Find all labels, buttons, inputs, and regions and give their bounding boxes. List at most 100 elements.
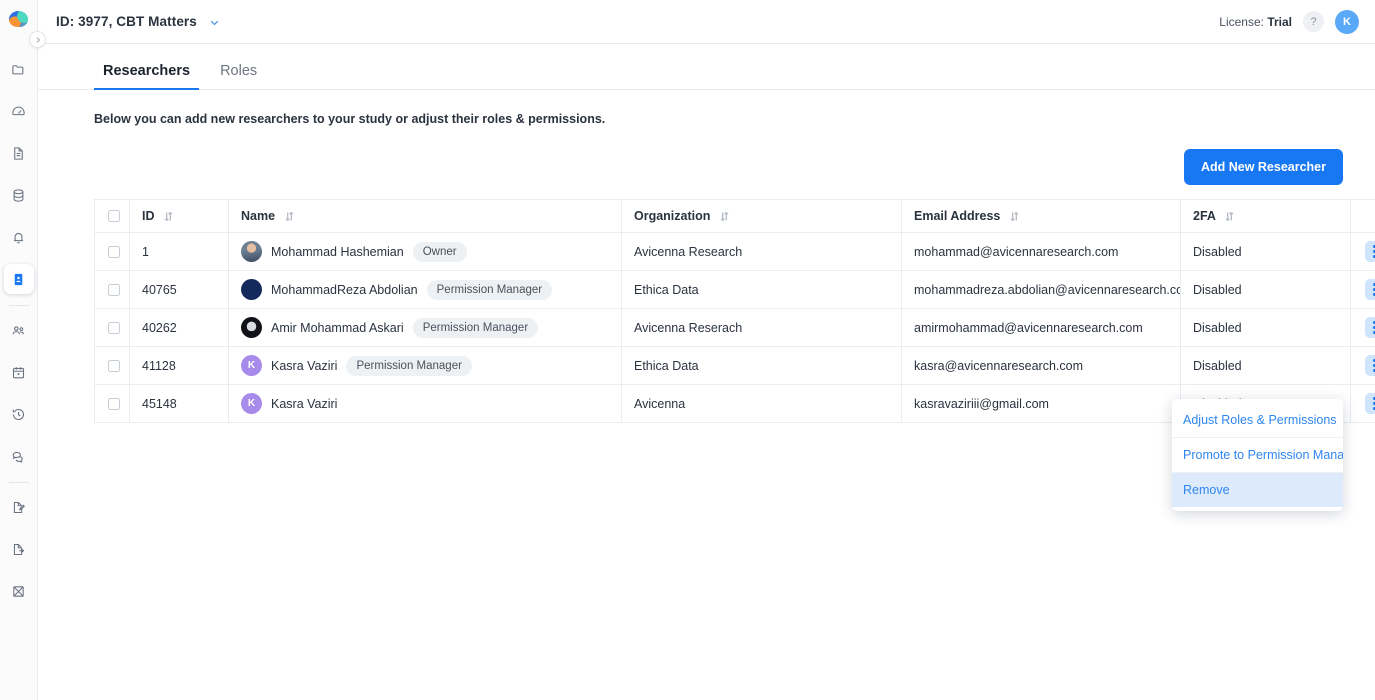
document-export-icon: [11, 542, 26, 557]
study-selector[interactable]: ID: 3977, CBT Matters: [56, 14, 221, 29]
avatar: [241, 317, 262, 338]
column-header-email-label: Email Address: [914, 209, 1001, 223]
researchers-table-wrapper: ID Name Organization Email Address 2FA 1…: [94, 199, 1375, 423]
select-all-header: [94, 199, 130, 233]
cell-actions: [1350, 270, 1375, 309]
tab-roles[interactable]: Roles: [211, 63, 266, 90]
column-header-email[interactable]: Email Address: [901, 199, 1181, 233]
sort-icon[interactable]: [285, 211, 294, 222]
sidebar-item-researchers[interactable]: [3, 264, 34, 294]
column-header-name-label: Name: [241, 209, 276, 223]
chevron-down-icon[interactable]: [208, 16, 221, 29]
sidebar-collapse-toggle[interactable]: [29, 31, 46, 48]
license-value: Trial: [1267, 14, 1292, 29]
sidebar-rail: [0, 0, 38, 700]
document-edit-icon: [11, 500, 26, 515]
tab-researchers[interactable]: Researchers: [94, 63, 200, 90]
cell-actions: [1350, 232, 1375, 271]
sidebar-item-notifications[interactable]: [4, 222, 34, 252]
cell-email: kasra@avicennaresearch.com: [901, 346, 1181, 385]
role-badge: Permission Manager: [412, 317, 539, 338]
menu-item[interactable]: Promote to Permission Manager: [1172, 437, 1343, 472]
cell-organization: Avicenna Reserach: [621, 308, 902, 347]
top-bar-right: License: Trial ? K: [1219, 9, 1359, 34]
row-checkbox[interactable]: [108, 321, 120, 334]
history-icon: [11, 407, 26, 422]
sort-icon[interactable]: [164, 211, 173, 222]
sidebar-item-dashboard[interactable]: [4, 96, 34, 126]
cell-name: Mohammad Hashemian Owner: [228, 232, 622, 271]
sidebar-item-database[interactable]: [4, 180, 34, 210]
row-select-cell: [94, 384, 130, 423]
row-select-cell: [94, 270, 130, 309]
sidebar-item-edit-form[interactable]: [4, 492, 34, 522]
sidebar-item-documents[interactable]: [4, 138, 34, 168]
help-button[interactable]: ?: [1303, 11, 1324, 32]
top-bar: ID: 3977, CBT Matters License: Trial ? K: [38, 0, 1375, 44]
row-actions-menu[interactable]: Adjust Roles & Permissions Promote to Per…: [1172, 399, 1343, 511]
role-badge: Permission Manager: [346, 355, 472, 376]
select-all-checkbox[interactable]: [108, 210, 120, 222]
bell-icon: [11, 230, 26, 245]
sidebar-item-analysis[interactable]: [4, 576, 34, 606]
sidebar-item-history[interactable]: [4, 399, 34, 429]
row-actions-button[interactable]: [1365, 279, 1375, 300]
folder-icon: [11, 62, 26, 77]
tab-bar: Researchers Roles: [38, 44, 1375, 90]
cell-organization: Ethica Data: [621, 270, 902, 309]
main-area: ID: 3977, CBT Matters License: Trial ? K…: [38, 0, 1375, 700]
cell-name: K Kasra Vaziri: [228, 384, 622, 423]
row-actions-button[interactable]: [1365, 241, 1375, 262]
sidebar-divider: [8, 305, 29, 306]
row-actions-button[interactable]: [1365, 317, 1375, 338]
sort-icon[interactable]: [1225, 211, 1234, 222]
content-area: Below you can add new researchers to you…: [38, 90, 1375, 700]
add-new-researcher-button[interactable]: Add New Researcher: [1183, 149, 1343, 185]
row-select-cell: [94, 232, 130, 271]
researcher-name: Kasra Vaziri: [271, 396, 338, 411]
cell-organization: Avicenna Research: [621, 232, 902, 271]
cell-organization: Avicenna: [621, 384, 902, 423]
column-header-2fa[interactable]: 2FA: [1180, 199, 1351, 233]
column-header-id[interactable]: ID: [129, 199, 229, 233]
row-actions-button[interactable]: [1365, 355, 1375, 376]
cell-2fa: Disabled: [1180, 270, 1351, 309]
table-head: ID Name Organization Email Address 2FA: [94, 199, 1375, 233]
gauge-icon: [11, 104, 26, 119]
column-header-name[interactable]: Name: [228, 199, 622, 233]
document-icon: [11, 146, 26, 161]
user-avatar[interactable]: K: [1335, 9, 1359, 34]
chart-crossed-icon: [11, 584, 26, 599]
sidebar-item-schedule[interactable]: [4, 357, 34, 387]
people-icon: [11, 323, 26, 338]
cell-2fa: Disabled: [1180, 232, 1351, 271]
cell-email: amirmohammad@avicennaresearch.com: [901, 308, 1181, 347]
menu-item[interactable]: Remove: [1172, 472, 1343, 507]
sidebar-item-participants[interactable]: [4, 315, 34, 345]
page-description: Below you can add new researchers to you…: [94, 112, 606, 126]
study-title-text: ID: 3977, CBT Matters: [56, 14, 197, 29]
researcher-name: MohammadReza Abdolian: [271, 282, 418, 297]
sidebar-item-messages[interactable]: [4, 441, 34, 471]
cell-2fa: Disabled: [1180, 346, 1351, 385]
avatar: [241, 241, 262, 262]
researcher-name: Kasra Vaziri: [271, 358, 338, 373]
sidebar-item-folder[interactable]: [4, 54, 34, 84]
license-label: License:: [1219, 14, 1264, 29]
table-row: 1 Mohammad Hashemian Owner Avicenna Researc…: [94, 232, 1375, 271]
sort-icon[interactable]: [720, 211, 729, 222]
column-header-organization[interactable]: Organization: [621, 199, 902, 233]
menu-item[interactable]: Adjust Roles & Permissions: [1172, 403, 1343, 437]
sort-icon[interactable]: [1010, 211, 1019, 222]
sidebar-item-export[interactable]: [4, 534, 34, 564]
researcher-name: Amir Mohammad Askari: [271, 320, 404, 335]
row-actions-button[interactable]: [1365, 393, 1375, 414]
row-checkbox[interactable]: [108, 359, 120, 372]
row-checkbox[interactable]: [108, 397, 120, 410]
cell-email: mohammad@avicennaresearch.com: [901, 232, 1181, 271]
sidebar-divider-2: [8, 482, 29, 483]
row-checkbox[interactable]: [108, 283, 120, 296]
row-checkbox[interactable]: [108, 245, 120, 258]
brain-logo-icon: [0, 4, 38, 34]
cell-email: kasravaziriii@gmail.com: [901, 384, 1181, 423]
